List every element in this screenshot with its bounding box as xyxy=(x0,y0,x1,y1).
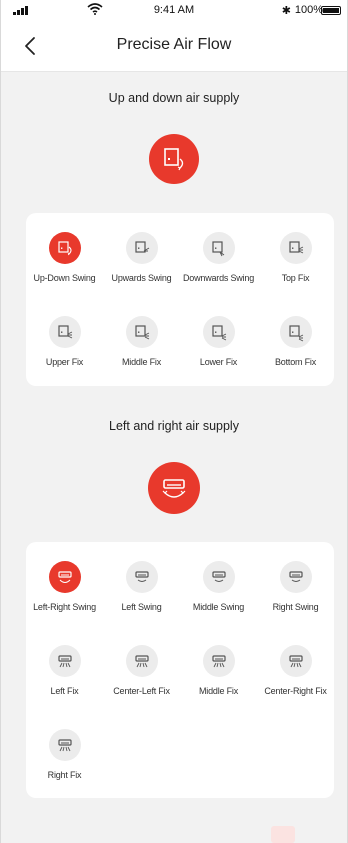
option-label: Left-Right Swing xyxy=(33,602,96,612)
option-label: Left Fix xyxy=(50,686,79,696)
option-label: Left Swing xyxy=(121,602,162,612)
airflow-mode-icon[interactable] xyxy=(48,232,81,264)
page-title: Precise Air Flow xyxy=(116,36,232,53)
airflow-mode-icon[interactable] xyxy=(125,316,158,348)
leftright-option-middle-swing[interactable]: Middle Swing xyxy=(180,561,257,613)
airflow-mode-icon[interactable] xyxy=(48,316,81,348)
option-label: Middle Swing xyxy=(192,602,245,612)
option-label: Middle Fix xyxy=(121,357,161,367)
option-label: Lower Fix xyxy=(199,357,238,367)
airflow-mode-icon[interactable] xyxy=(202,561,235,593)
updown-option-up-down-swing[interactable]: Up-Down Swing xyxy=(26,232,103,284)
leftright-option-right-fix[interactable]: Right Fix xyxy=(26,729,103,781)
updown-section-title: Up and down air supply xyxy=(108,91,240,105)
option-label: Up-Down Swing xyxy=(33,273,96,283)
airflow-mode-icon[interactable] xyxy=(48,645,81,677)
option-label: Center-Left Fix xyxy=(113,686,170,696)
updown-option-bottom-fix[interactable]: Bottom Fix xyxy=(257,316,334,368)
updown-option-upper-fix[interactable]: Upper Fix xyxy=(26,316,103,368)
updown-option-top-fix[interactable]: Top Fix xyxy=(257,232,334,284)
airflow-mode-icon[interactable] xyxy=(202,645,235,677)
leftright-option-center-right-fix[interactable]: Center-Right Fix xyxy=(257,645,334,697)
option-label: Bottom Fix xyxy=(274,357,316,367)
option-label: Top Fix xyxy=(281,273,310,283)
option-label: Downwards Swing xyxy=(182,273,255,283)
option-label: Middle Fix xyxy=(198,686,238,696)
updown-option-downwards-swing[interactable]: Downwards Swing xyxy=(180,232,257,284)
bluetooth-icon: ✱ xyxy=(281,5,291,17)
airflow-mode-icon[interactable] xyxy=(48,561,81,593)
option-label: Right Swing xyxy=(272,602,319,612)
airflow-mode-icon[interactable] xyxy=(125,645,158,677)
airflow-mode-icon[interactable] xyxy=(279,232,312,264)
airflow-mode-icon[interactable] xyxy=(125,232,158,264)
updown-mode-icon xyxy=(149,134,199,184)
nav-bar: Precise Air Flow xyxy=(1,20,347,72)
leftright-section-title: Left and right air supply xyxy=(109,419,239,433)
updown-options-card: Up-Down Swing Upwards Swing Downwards Swin… xyxy=(26,213,334,386)
battery-icon xyxy=(321,6,341,15)
battery-percent: 100% xyxy=(294,4,323,16)
leftright-options-card: Left-Right Swing Left Swing Middle Swing Ri… xyxy=(26,542,334,798)
option-label: Upper Fix xyxy=(45,357,84,367)
leftright-option-middle-fix[interactable]: Middle Fix xyxy=(180,645,257,697)
app-screen: 9:41 AM ✱ 100% Precise Air Flow Up and d… xyxy=(0,0,348,843)
airflow-mode-icon[interactable] xyxy=(279,316,312,348)
leftright-option-right-swing[interactable]: Right Swing xyxy=(257,561,334,613)
option-label: Upwards Swing xyxy=(111,273,172,283)
airflow-mode-icon[interactable] xyxy=(202,232,235,264)
watermark xyxy=(271,826,295,843)
status-bar: 9:41 AM ✱ 100% xyxy=(1,0,347,20)
leftright-option-center-left-fix[interactable]: Center-Left Fix xyxy=(103,645,180,697)
updown-option-middle-fix[interactable]: Middle Fix xyxy=(103,316,180,368)
airflow-mode-icon[interactable] xyxy=(48,729,81,761)
leftright-option-left-right-swing[interactable]: Left-Right Swing xyxy=(26,561,103,613)
airflow-mode-icon[interactable] xyxy=(279,561,312,593)
airflow-mode-icon[interactable] xyxy=(202,316,235,348)
updown-option-upwards-swing[interactable]: Upwards Swing xyxy=(103,232,180,284)
airflow-mode-icon[interactable] xyxy=(125,561,158,593)
leftright-mode-icon xyxy=(148,462,200,514)
leftright-option-left-fix[interactable]: Left Fix xyxy=(26,645,103,697)
updown-option-lower-fix[interactable]: Lower Fix xyxy=(180,316,257,368)
option-label: Center-Right Fix xyxy=(264,686,327,696)
option-label: Right Fix xyxy=(47,770,82,780)
leftright-option-left-swing[interactable]: Left Swing xyxy=(103,561,180,613)
airflow-mode-icon[interactable] xyxy=(279,645,312,677)
